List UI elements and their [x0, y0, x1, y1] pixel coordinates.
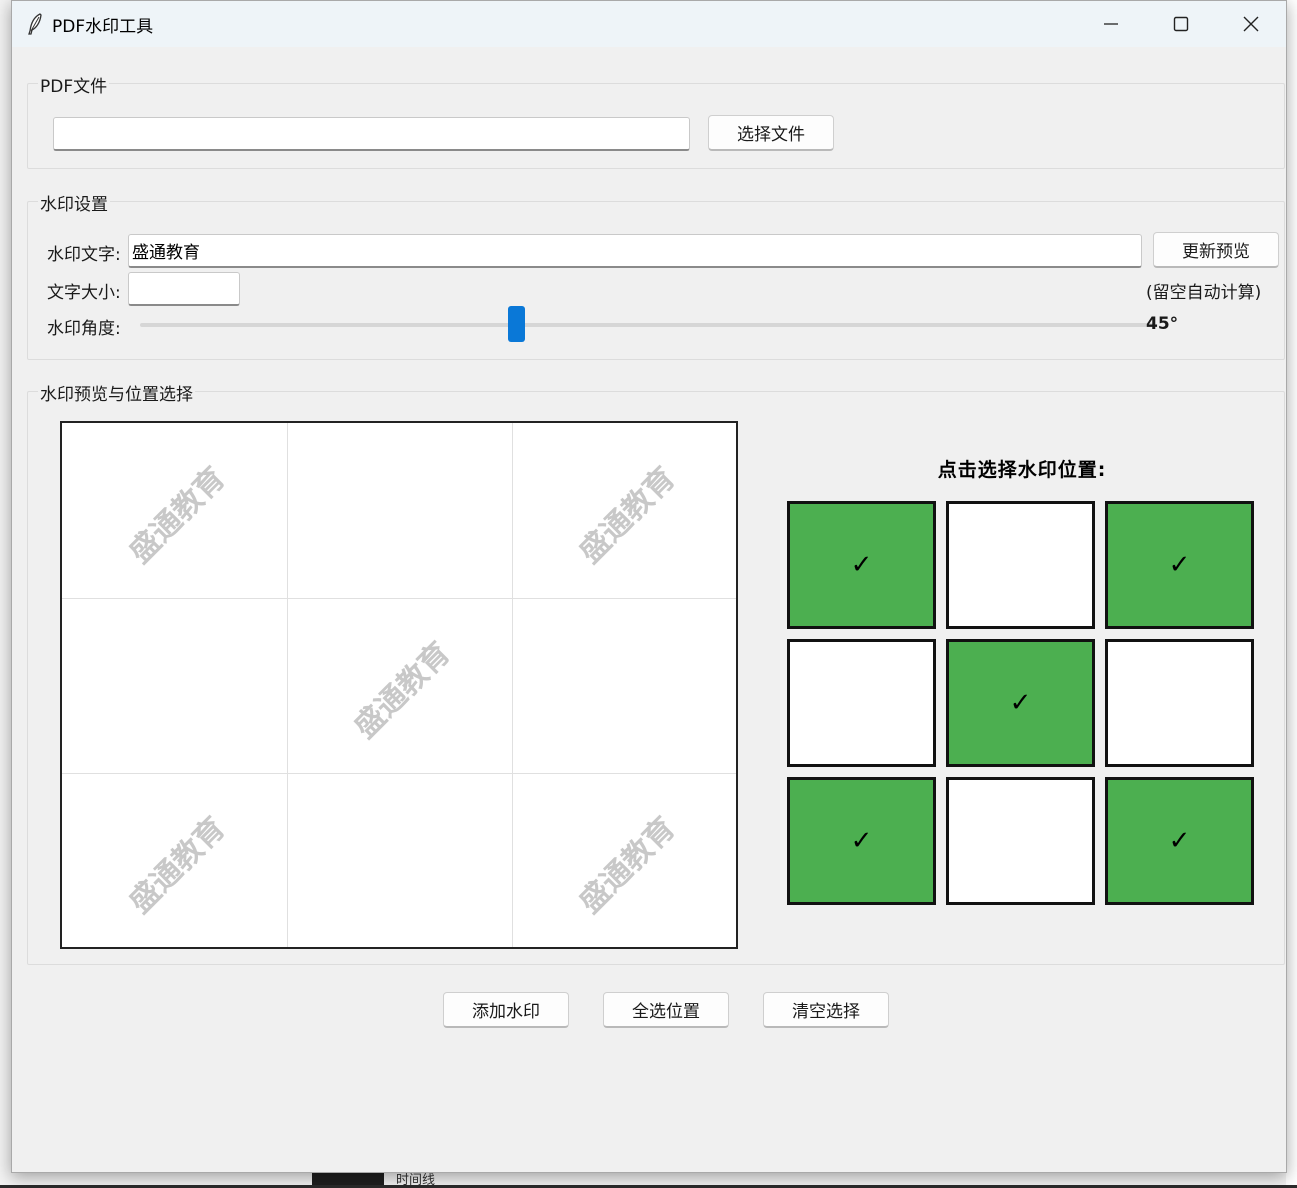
- position-cell-1-2[interactable]: [946, 501, 1095, 629]
- preview-watermark-text: 盛通教育: [347, 635, 458, 745]
- preview-grid-line: [287, 423, 288, 947]
- preview-watermark-text: 盛通教育: [572, 810, 683, 920]
- position-cell-2-2[interactable]: ✓: [946, 639, 1095, 767]
- watermark-preview-canvas: 盛通教育 盛通教育 盛通教育 盛通教育 盛通教育: [60, 421, 738, 949]
- position-cell-3-2[interactable]: [946, 777, 1095, 905]
- add-watermark-button[interactable]: 添加水印: [443, 992, 569, 1028]
- font-size-input[interactable]: [128, 272, 240, 306]
- select-file-button[interactable]: 选择文件: [708, 115, 834, 151]
- position-select-title: 点击选择水印位置:: [937, 459, 1107, 481]
- watermark-text-input[interactable]: [128, 234, 1142, 268]
- preview-watermark-text: 盛通教育: [572, 460, 683, 570]
- font-size-hint: (留空自动计算): [1146, 283, 1262, 303]
- check-icon: ✓: [850, 550, 873, 580]
- maximize-icon: [1173, 16, 1189, 32]
- preview-watermark-text: 盛通教育: [122, 810, 233, 920]
- position-cell-3-3[interactable]: ✓: [1105, 777, 1254, 905]
- pdf-file-group-label: PDF文件: [38, 72, 110, 97]
- check-icon: ✓: [1168, 826, 1191, 856]
- check-icon: ✓: [1168, 550, 1191, 580]
- select-all-positions-button[interactable]: 全选位置: [603, 992, 729, 1028]
- position-cell-2-3[interactable]: [1105, 639, 1254, 767]
- close-icon: [1243, 16, 1259, 32]
- window-title: PDF水印工具: [52, 16, 154, 37]
- watermark-text-label: 水印文字:: [47, 245, 121, 265]
- angle-slider-track[interactable]: [140, 323, 1153, 327]
- title-bar[interactable]: PDF水印工具: [12, 1, 1286, 47]
- preview-group-label: 水印预览与位置选择: [38, 380, 195, 405]
- minimize-button[interactable]: [1076, 1, 1146, 47]
- feather-icon: [28, 13, 42, 35]
- app-window: PDF水印工具 PDF文件 选择文件 水印设置 水印文字: 更新预览 文字大小:…: [11, 0, 1287, 1173]
- position-cell-1-3[interactable]: ✓: [1105, 501, 1254, 629]
- angle-slider-thumb[interactable]: [508, 306, 526, 342]
- check-icon: ✓: [850, 826, 873, 856]
- angle-label: 水印角度:: [47, 319, 121, 339]
- taskbar-badge: [312, 1172, 384, 1185]
- clear-selection-button[interactable]: 清空选择: [763, 992, 889, 1028]
- close-button[interactable]: [1216, 1, 1286, 47]
- maximize-button[interactable]: [1146, 1, 1216, 47]
- update-preview-button[interactable]: 更新预览: [1153, 232, 1279, 268]
- desktop-background-bottom: [12, 1172, 1286, 1185]
- position-cell-1-1[interactable]: ✓: [787, 501, 936, 629]
- position-cell-3-1[interactable]: ✓: [787, 777, 936, 905]
- preview-grid-line: [512, 423, 513, 947]
- preview-grid-line: [62, 773, 736, 774]
- desktop-background-right: [1286, 0, 1297, 1185]
- watermark-settings-group-label: 水印设置: [38, 190, 110, 215]
- minimize-icon: [1104, 23, 1118, 25]
- font-size-label: 文字大小:: [47, 283, 121, 303]
- angle-value: 45°: [1146, 314, 1179, 334]
- position-cell-2-1[interactable]: [787, 639, 936, 767]
- check-icon: ✓: [1009, 688, 1032, 718]
- preview-watermark-text: 盛通教育: [122, 460, 233, 570]
- preview-grid-line: [62, 598, 736, 599]
- pdf-path-input[interactable]: [53, 117, 690, 151]
